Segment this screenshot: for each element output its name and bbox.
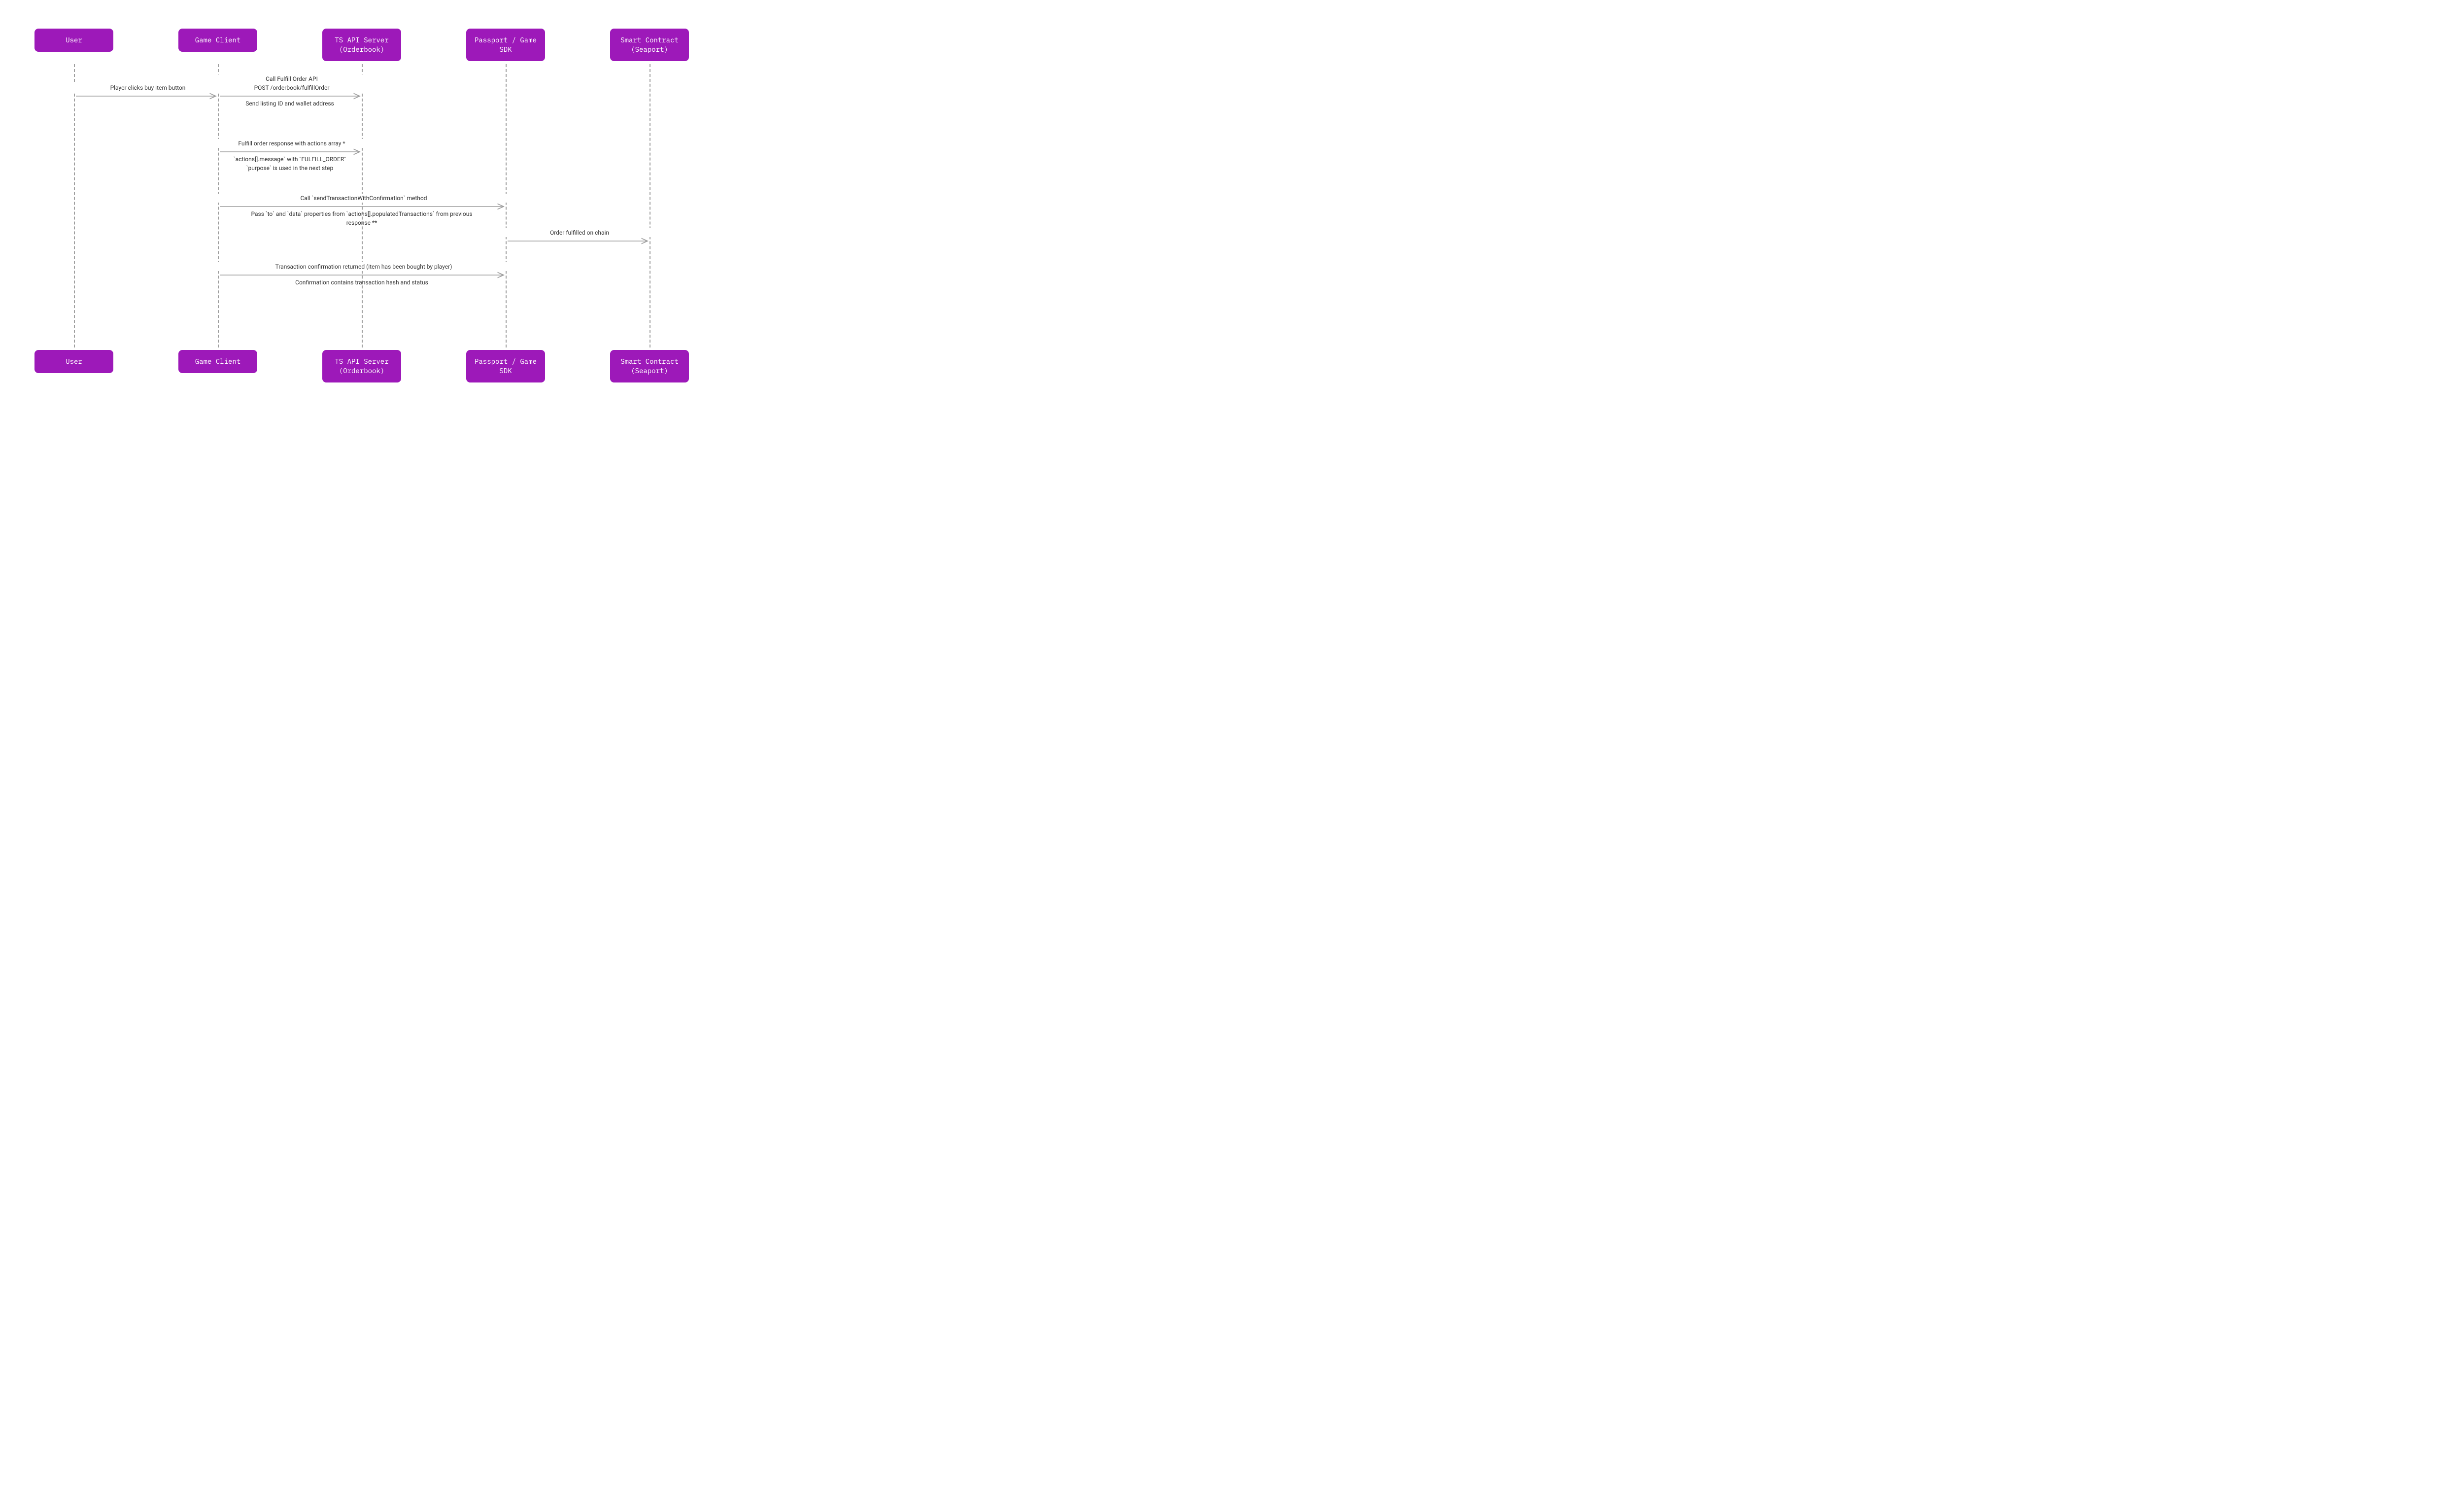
message-sublabel-2: `actions[].message` with "FULFILL_ORDER"… [218,155,362,173]
actor-passport-top: Passport / Game SDK [466,29,545,61]
message-sublabel-3: Pass `to` and `data` properties from `ac… [218,209,506,227]
message-sublabel-1: Send listing ID and wallet address [218,99,362,108]
actor-user-top: User [34,29,113,52]
actor-passport-bottom: Passport / Game SDK [466,350,545,382]
message-label-5: Transaction confirmation returned (item … [218,262,510,271]
lifeline-passport [506,64,507,347]
actor-api-top: TS API Server (Orderbook) [322,29,401,61]
actor-contract-bottom: Smart Contract (Seaport) [610,350,689,382]
lifeline-user [74,64,75,347]
actor-client-top: Game Client [178,29,257,52]
message-label-4: Order fulfilled on chain [506,228,653,237]
actor-contract-top: Smart Contract (Seaport) [610,29,689,61]
sequence-diagram: User User Game Client Game Client TS API Ser… [0,0,729,409]
message-label-2: Fulfill order response with actions arra… [218,139,366,148]
message-sublabel-5: Confirmation contains transaction hash a… [218,278,506,287]
lifeline-api [362,64,363,347]
message-label-0: Player clicks buy item button [74,83,222,92]
message-label-3: Call `sendTransactionWithConfirmation` m… [218,194,510,203]
actor-api-bottom: TS API Server (Orderbook) [322,350,401,382]
actor-user-bottom: User [34,350,113,373]
connector-layer [0,0,729,409]
message-label-1: Call Fulfill Order API POST /orderbook/f… [218,74,366,92]
actor-client-bottom: Game Client [178,350,257,373]
